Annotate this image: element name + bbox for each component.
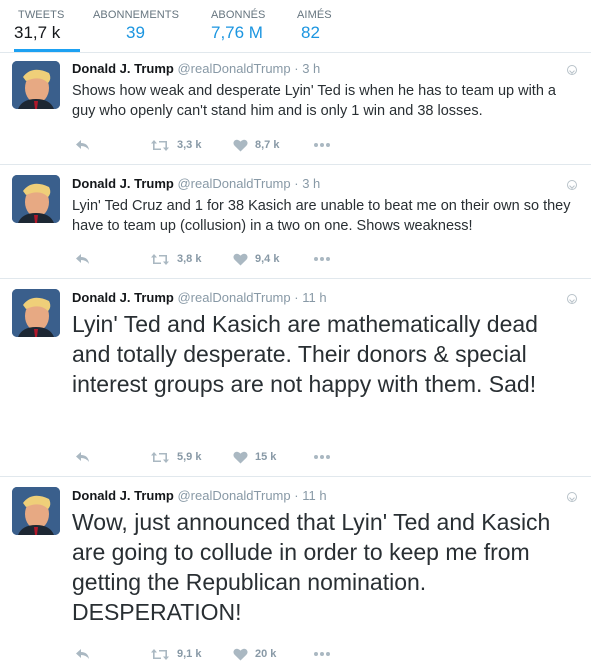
tweet-actions: 3,3 k 8,7 k [72, 135, 372, 155]
like-button[interactable]: 9,4 k [233, 249, 279, 269]
avatar[interactable] [12, 175, 60, 223]
stat-tweets[interactable]: TWEETS 31,7 k [14, 0, 80, 52]
tweet-item[interactable]: Donald J. Trump @realDonaldTrump · 11 h … [0, 476, 591, 672]
stat-following-label: ABONNEMENTS [93, 9, 180, 21]
stat-likes-value: 82 [301, 23, 320, 42]
reply-button[interactable] [75, 135, 90, 155]
tweet-header: Donald J. Trump @realDonaldTrump · 3 h [72, 176, 320, 191]
stat-likes[interactable]: AIMÉS 82 [296, 0, 336, 52]
tweet-separator: · [294, 176, 299, 191]
retweet-icon [151, 648, 169, 660]
stat-following-value: 39 [126, 23, 145, 42]
tweet-header: Donald J. Trump @realDonaldTrump · 11 h [72, 488, 327, 503]
retweet-count: 3,3 k [177, 139, 202, 151]
reply-button[interactable] [75, 644, 90, 664]
tweet-timestamp[interactable]: 3 h [302, 61, 320, 76]
more-dots-icon [314, 257, 330, 261]
tweet-username[interactable]: @realDonaldTrump [177, 176, 290, 191]
more-button[interactable] [314, 249, 330, 269]
tweet-header: Donald J. Trump @realDonaldTrump · 11 h [72, 290, 327, 305]
like-button[interactable]: 20 k [233, 644, 276, 664]
tweet-text: Lyin' Ted and Kasich are mathematically … [72, 311, 538, 397]
avatar[interactable] [12, 61, 60, 109]
retweet-icon [151, 253, 169, 265]
profile-stats-bar: TWEETS 31,7 k ABONNEMENTS 39 ABONNÉS 7,7… [0, 0, 591, 52]
tweet-actions: 5,9 k 15 k [72, 447, 372, 467]
caret-down-icon[interactable] [567, 492, 577, 502]
tweet-text: Wow, just announced that Lyin' Ted and K… [72, 509, 551, 625]
heart-icon [233, 451, 248, 463]
reply-icon [76, 254, 89, 264]
avatar[interactable] [12, 289, 60, 337]
retweet-count: 3,8 k [177, 253, 202, 265]
stat-likes-label: AIMÉS [297, 9, 332, 21]
stat-followers[interactable]: ABONNÉS 7,76 M [211, 0, 271, 52]
avatar[interactable] [12, 487, 60, 535]
tweet-timestamp[interactable]: 11 h [302, 488, 326, 503]
tweet-timestamp[interactable]: 3 h [302, 176, 320, 191]
reply-icon [76, 452, 89, 462]
heart-icon [233, 139, 248, 151]
tweet-username[interactable]: @realDonaldTrump [177, 290, 290, 305]
retweet-button[interactable]: 9,1 k [150, 644, 201, 664]
reply-icon [76, 140, 89, 150]
stat-tweets-label: TWEETS [18, 9, 65, 21]
retweet-button[interactable]: 5,9 k [150, 447, 201, 467]
like-button[interactable]: 15 k [233, 447, 276, 467]
tweet-fullname[interactable]: Donald J. Trump [72, 61, 174, 76]
tweet-username[interactable]: @realDonaldTrump [177, 61, 290, 76]
stat-followers-value: 7,76 M [211, 23, 263, 42]
more-dots-icon [314, 143, 330, 147]
like-count: 8,7 k [255, 139, 280, 151]
tweet-item[interactable]: Donald J. Trump @realDonaldTrump · 3 h S… [0, 52, 591, 165]
stat-following[interactable]: ABONNEMENTS 39 [93, 0, 183, 52]
tweet-text: Shows how weak and desperate Lyin' Ted i… [72, 83, 556, 119]
tweet-separator: · [294, 61, 299, 76]
tweet-separator: · [294, 290, 299, 305]
like-button[interactable]: 8,7 k [233, 135, 279, 155]
tweet-text: Lyin' Ted Cruz and 1 for 38 Kasich are u… [72, 198, 571, 234]
retweet-icon [151, 451, 169, 463]
tweet-header: Donald J. Trump @realDonaldTrump · 3 h [72, 61, 320, 76]
retweet-count: 9,1 k [177, 648, 202, 660]
more-button[interactable] [314, 644, 330, 664]
tweet-actions: 9,1 k 20 k [72, 644, 372, 664]
more-button[interactable] [314, 447, 330, 467]
like-count: 20 k [255, 648, 277, 660]
tweet-actions: 3,8 k 9,4 k [72, 249, 372, 269]
retweet-icon [151, 139, 169, 151]
caret-down-icon[interactable] [567, 180, 577, 190]
more-button[interactable] [314, 135, 330, 155]
stat-tweets-value: 31,7 k [14, 23, 61, 42]
tweet-timeline: Donald J. Trump @realDonaldTrump · 3 h S… [0, 52, 591, 672]
tweet-separator: · [294, 488, 299, 503]
tweet-username[interactable]: @realDonaldTrump [177, 488, 290, 503]
tweet-timestamp[interactable]: 11 h [302, 290, 326, 305]
reply-button[interactable] [75, 249, 90, 269]
more-dots-icon [314, 652, 330, 656]
heart-icon [233, 253, 248, 265]
more-dots-icon [314, 455, 330, 459]
like-count: 9,4 k [255, 253, 280, 265]
tweet-fullname[interactable]: Donald J. Trump [72, 290, 174, 305]
heart-icon [233, 648, 248, 660]
tweet-fullname[interactable]: Donald J. Trump [72, 488, 174, 503]
retweet-button[interactable]: 3,3 k [150, 135, 201, 155]
retweet-button[interactable]: 3,8 k [150, 249, 201, 269]
tweet-fullname[interactable]: Donald J. Trump [72, 176, 174, 191]
tweet-item[interactable]: Donald J. Trump @realDonaldTrump · 3 h L… [0, 164, 591, 279]
like-count: 15 k [255, 451, 277, 463]
retweet-count: 5,9 k [177, 451, 202, 463]
reply-icon [76, 649, 89, 659]
reply-button[interactable] [75, 447, 90, 467]
stat-followers-label: ABONNÉS [211, 9, 266, 21]
caret-down-icon[interactable] [567, 65, 577, 75]
caret-down-icon[interactable] [567, 294, 577, 304]
tweet-item[interactable]: Donald J. Trump @realDonaldTrump · 11 h … [0, 278, 591, 477]
